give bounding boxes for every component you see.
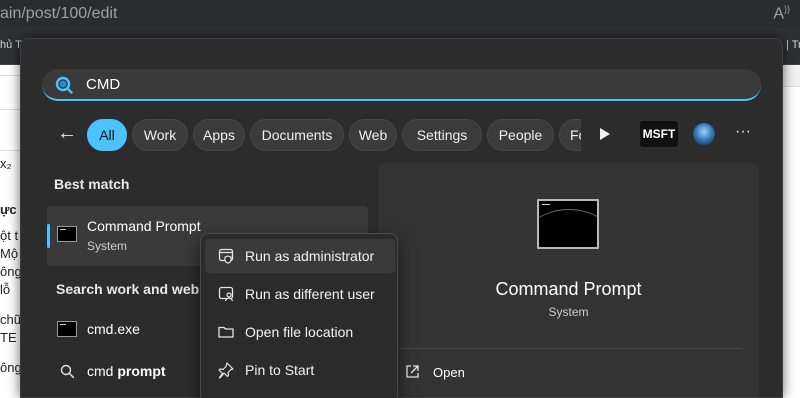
doc-text-fragment: x₂: [0, 156, 12, 171]
menu-label: Pin to Start: [245, 362, 315, 378]
user-icon: [218, 286, 234, 302]
preview-title: Command Prompt: [495, 279, 642, 299]
preview-subtitle: System: [548, 305, 589, 319]
search-result-cmd-exe[interactable]: cmd.exe: [47, 313, 217, 345]
document-right-edge: [783, 65, 800, 398]
doc-text-fragment: ông: [0, 264, 20, 279]
avatar[interactable]: [693, 123, 715, 145]
doc-text-fragment: chữ: [0, 312, 20, 327]
pin-icon: [218, 362, 234, 379]
best-match-heading: Best match: [54, 176, 130, 192]
doc-text-fragment: lỗ: [0, 282, 11, 297]
cmd-icon: [57, 226, 77, 242]
doc-text-fragment: ột t: [0, 228, 19, 243]
search-icon: [60, 364, 75, 379]
preview-pane: Command Prompt System Open: [378, 163, 759, 397]
cmd-icon: [57, 321, 77, 337]
filter-chip-all[interactable]: All: [87, 119, 127, 151]
more-options-icon[interactable]: ···: [732, 123, 754, 145]
scroll-right-icon[interactable]: [598, 125, 612, 143]
search-input[interactable]: CMD: [86, 76, 120, 93]
search-result-cmd-prompt[interactable]: cmd prompt: [47, 355, 217, 387]
doc-text-fragment: ông: [0, 360, 20, 375]
search-icon: [55, 76, 73, 94]
back-arrow-icon[interactable]: ←: [55, 122, 79, 146]
filter-chip-documents[interactable]: Documents: [250, 119, 344, 151]
open-action[interactable]: Open: [404, 359, 604, 387]
context-menu: Run as administrator Run as different us…: [200, 233, 398, 398]
document-editor-background: x₂ ực l ột t Mộ ông lỗ chữ TE ông: [0, 65, 20, 398]
best-match-title: Command Prompt: [87, 218, 201, 234]
divider: [399, 348, 742, 349]
address-text[interactable]: ain/post/100/edit: [0, 5, 117, 23]
menu-label: Open file location: [245, 324, 354, 340]
start-search-panel: CMD ← All Work Apps Documents Web Settin…: [20, 38, 783, 398]
bookmark-item[interactable]: | Tr: [786, 39, 800, 51]
filter-chip-web[interactable]: Web: [349, 119, 397, 151]
folder-icon: [218, 326, 234, 338]
doc-text-fragment: Mộ: [0, 246, 19, 261]
open-external-icon: [406, 365, 419, 378]
filter-chip-people[interactable]: People: [487, 119, 554, 151]
menu-item-run-as-administrator[interactable]: Run as administrator: [205, 239, 395, 273]
shield-icon: [218, 248, 234, 264]
menu-item-open-file-location[interactable]: Open file location: [205, 315, 395, 349]
org-badge[interactable]: MSFT: [640, 121, 678, 147]
bookmark-item[interactable]: hủ T: [0, 39, 22, 51]
open-label: Open: [433, 365, 465, 380]
command-prompt-large-icon: [537, 199, 599, 249]
menu-label: Run as administrator: [245, 248, 375, 264]
filter-chip-settings[interactable]: Settings: [402, 119, 482, 151]
menu-item-run-as-different-user[interactable]: Run as different user: [205, 277, 395, 311]
menu-item-pin-to-start[interactable]: Pin to Start: [205, 353, 395, 387]
doc-text-fragment: TE: [0, 330, 17, 345]
search-web-heading: Search work and web: [56, 281, 200, 297]
best-match-subtitle: System: [87, 239, 128, 253]
doc-text-fragment: ực l: [0, 202, 20, 217]
result-label: cmd prompt: [87, 363, 166, 379]
read-aloud-icon[interactable]: A)): [773, 4, 790, 23]
filter-chips: All Work Apps Documents Web Settings Peo…: [87, 119, 581, 151]
filter-chip-apps[interactable]: Apps: [193, 119, 245, 151]
search-box[interactable]: CMD: [42, 69, 761, 101]
selection-indicator: [47, 224, 50, 248]
browser-address-bar[interactable]: ain/post/100/edit A)): [0, 0, 800, 27]
filter-chip-work[interactable]: Work: [132, 119, 188, 151]
menu-label: Run as different user: [245, 286, 375, 302]
filter-chip-folders[interactable]: Fol: [559, 119, 581, 151]
result-label: cmd.exe: [87, 321, 140, 337]
